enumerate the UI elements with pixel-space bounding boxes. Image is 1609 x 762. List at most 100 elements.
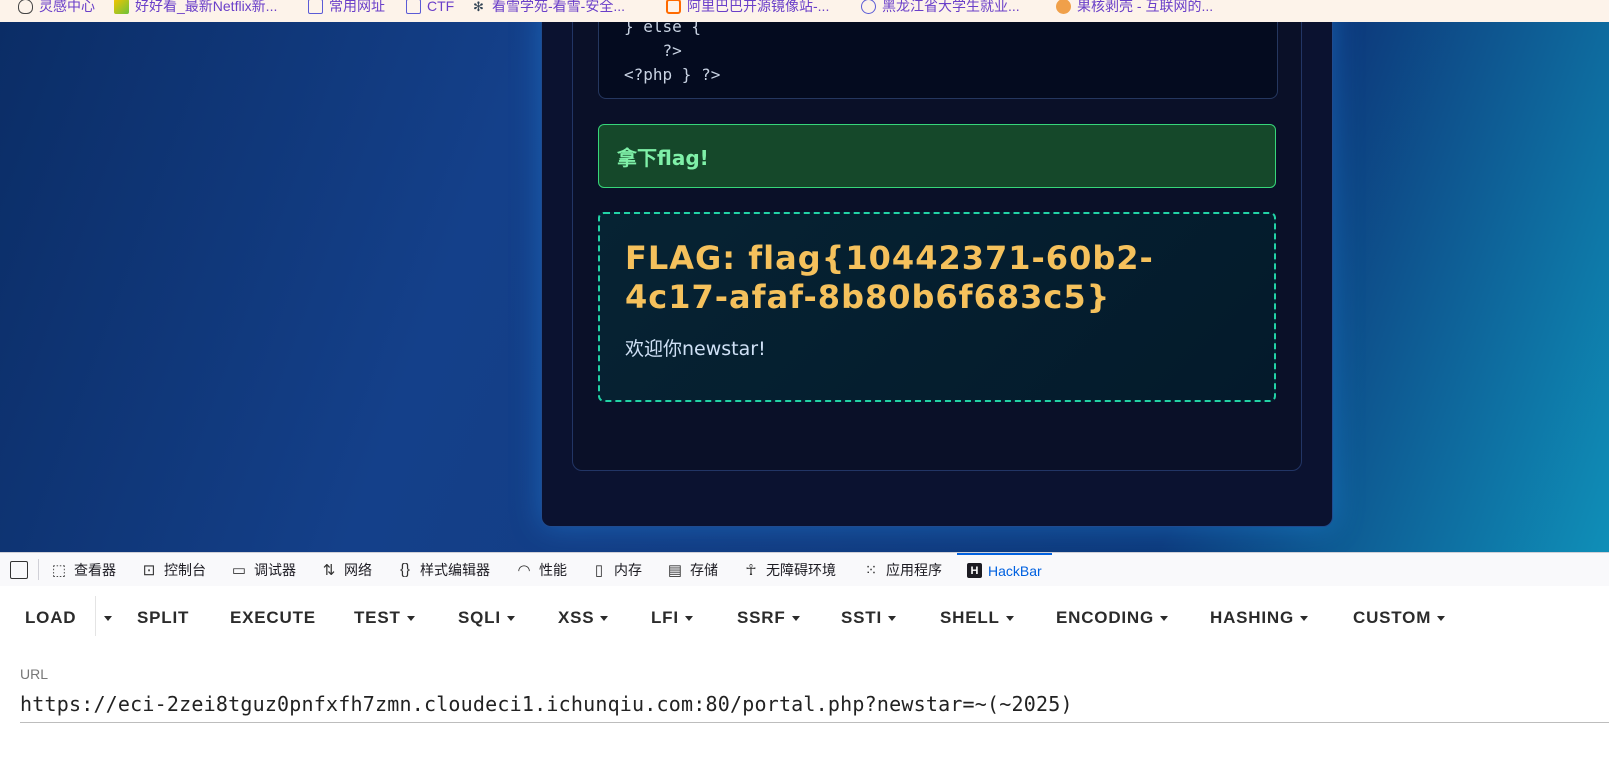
button-label: SSTI [841,608,882,627]
ssrf-menu-button[interactable]: SSRF [737,604,800,632]
tab-label: 控制台 [164,561,206,578]
execute-button[interactable]: EXECUTE [230,604,316,632]
tab-inspector[interactable]: ⬚ 查看器 [50,553,116,586]
storage-icon: ▤ [667,561,683,579]
bookmark-label: 灵感中心 [39,0,95,14]
tab-label: 样式编辑器 [420,561,490,578]
tab-hackbar[interactable]: H HackBar [957,553,1052,586]
chevron-down-icon [104,615,112,621]
flag-text: FLAG: flag{10442371-60b2-4c17-afaf-8b80b… [625,239,1154,316]
button-label: ENCODING [1056,608,1155,627]
video-icon [114,0,129,14]
success-message: 拿下flag! [617,145,709,170]
custom-menu-button[interactable]: CUSTOM [1353,604,1446,632]
button-label: LOAD [25,608,77,627]
button-label: SHELL [940,608,1000,627]
chevron-down-icon [406,615,415,621]
console-icon: ⊡ [142,561,156,579]
tab-label: 无障碍环境 [766,561,836,578]
inspector-icon: ⬚ [51,561,67,579]
tab-label: 应用程序 [886,561,942,578]
url-input[interactable]: https://eci-2zei8tguz0pnfxfh7zmn.cloudec… [20,692,1073,716]
button-label: SPLIT [137,608,190,627]
bookmark-aliyun[interactable]: 阿里巴巴开源镜像站-... [666,0,829,16]
picker-icon [10,560,28,579]
tab-debugger[interactable]: ▭ 调试器 [230,553,296,586]
split-button[interactable]: SPLIT [137,604,189,632]
tab-label: 存储 [690,561,718,578]
button-label: SQLI [458,608,501,627]
chevron-down-icon [791,615,800,621]
performance-icon: ◠ [517,561,531,579]
tab-label: 内存 [614,561,642,578]
url-section: URL https://eci-2zei8tguz0pnfxfh7zmn.clo… [0,648,1609,762]
button-label: TEST [354,608,401,627]
page-viewport: } else { ?> <?php } ?> 拿下flag! FLAG: fla… [0,22,1609,552]
button-label: LFI [651,608,679,627]
bookmarks-bar: 灵感中心 好好看_最新Netflix新... 常用网址 CTF ✻ 看雪学苑-看… [0,0,1609,23]
bookmark-ctf[interactable]: CTF [406,0,454,16]
folder-icon [308,0,323,14]
bookmark-changyong[interactable]: 常用网址 [308,0,385,16]
url-label: URL [20,666,49,682]
welcome-text: 欢迎你newstar! [625,338,766,360]
toolbar-divider [95,596,96,636]
tab-storage[interactable]: ▤ 存储 [666,553,718,586]
bookmark-haohaokan[interactable]: 好好看_最新Netflix新... [114,0,277,16]
chevron-down-icon [1300,615,1308,621]
tab-network[interactable]: ⇅ 网络 [320,553,372,586]
lfi-menu-button[interactable]: LFI [651,604,693,632]
code-block: } else { ?> <?php } ?> [598,22,1278,99]
bookmark-lingan[interactable]: 灵感中心 [18,0,95,16]
button-label: CUSTOM [1353,608,1432,627]
chevron-down-icon [506,615,515,621]
shell-menu-button[interactable]: SHELL [940,604,1014,632]
chevron-down-icon [1437,615,1446,621]
bookmark-label: 好好看_最新Netflix新... [135,0,278,14]
tab-performance[interactable]: ◠ 性能 [515,553,567,586]
inner-card: } else { ?> <?php } ?> 拿下flag! FLAG: fla… [572,22,1302,471]
tab-style-editor[interactable]: {} 样式编辑器 [396,553,490,586]
nut-icon [1056,0,1071,14]
accessibility-icon: ☥ [745,561,757,579]
style-editor-icon: {} [399,561,411,578]
devtools-tabbar: ⬚ 查看器 ⊡ 控制台 ▭ 调试器 ⇅ 网络 {} 样式编辑器 ◠ 性能 ▯ 内… [0,552,1609,587]
xss-menu-button[interactable]: XSS [558,604,609,632]
sqli-menu-button[interactable]: SQLI [458,604,515,632]
load-dropdown-button[interactable] [98,604,112,632]
application-icon: ⁙ [864,561,878,579]
bookmark-kanxue[interactable]: ✻ 看雪学苑-看雪-安全... [471,0,625,16]
bulb-icon [18,0,33,14]
hashing-menu-button[interactable]: HASHING [1210,604,1308,632]
bookmark-label: 黑龙江省大学生就业... [882,0,1020,14]
tab-memory[interactable]: ▯ 内存 [590,553,642,586]
bookmark-heilongjiang[interactable]: 黑龙江省大学生就业... [861,0,1020,16]
tab-console[interactable]: ⊡ 控制台 [140,553,206,586]
tab-label: 查看器 [74,561,116,578]
code-text: } else { ?> <?php } ?> [624,22,721,84]
test-menu-button[interactable]: TEST [354,604,415,632]
success-alert: 拿下flag! [598,124,1276,188]
ssti-menu-button[interactable]: SSTI [841,604,896,632]
chevron-down-icon [684,615,693,621]
button-label: HASHING [1210,608,1294,627]
element-picker-button[interactable] [10,553,28,586]
chevron-down-icon [1160,615,1169,621]
tab-application[interactable]: ⁙ 应用程序 [862,553,942,586]
load-button[interactable]: LOAD [25,604,76,632]
chevron-down-icon [1005,615,1014,621]
button-label: EXECUTE [230,608,316,627]
bookmark-guohe[interactable]: 果核剥壳 - 互联网的... [1056,0,1213,16]
encoding-menu-button[interactable]: ENCODING [1056,604,1169,632]
tab-label: 网络 [344,561,372,578]
tab-label: 性能 [539,561,567,578]
chevron-down-icon [888,615,896,621]
bookmark-label: 阿里巴巴开源镜像站-... [687,0,830,14]
button-label: SSRF [737,608,786,627]
tab-accessibility[interactable]: ☥ 无障碍环境 [742,553,836,586]
network-icon: ⇅ [322,561,336,579]
bookmark-label: 果核剥壳 - 互联网的... [1077,0,1214,14]
snowflake-icon: ✻ [473,0,484,14]
url-underline [20,722,1609,723]
globe-icon [861,0,876,14]
